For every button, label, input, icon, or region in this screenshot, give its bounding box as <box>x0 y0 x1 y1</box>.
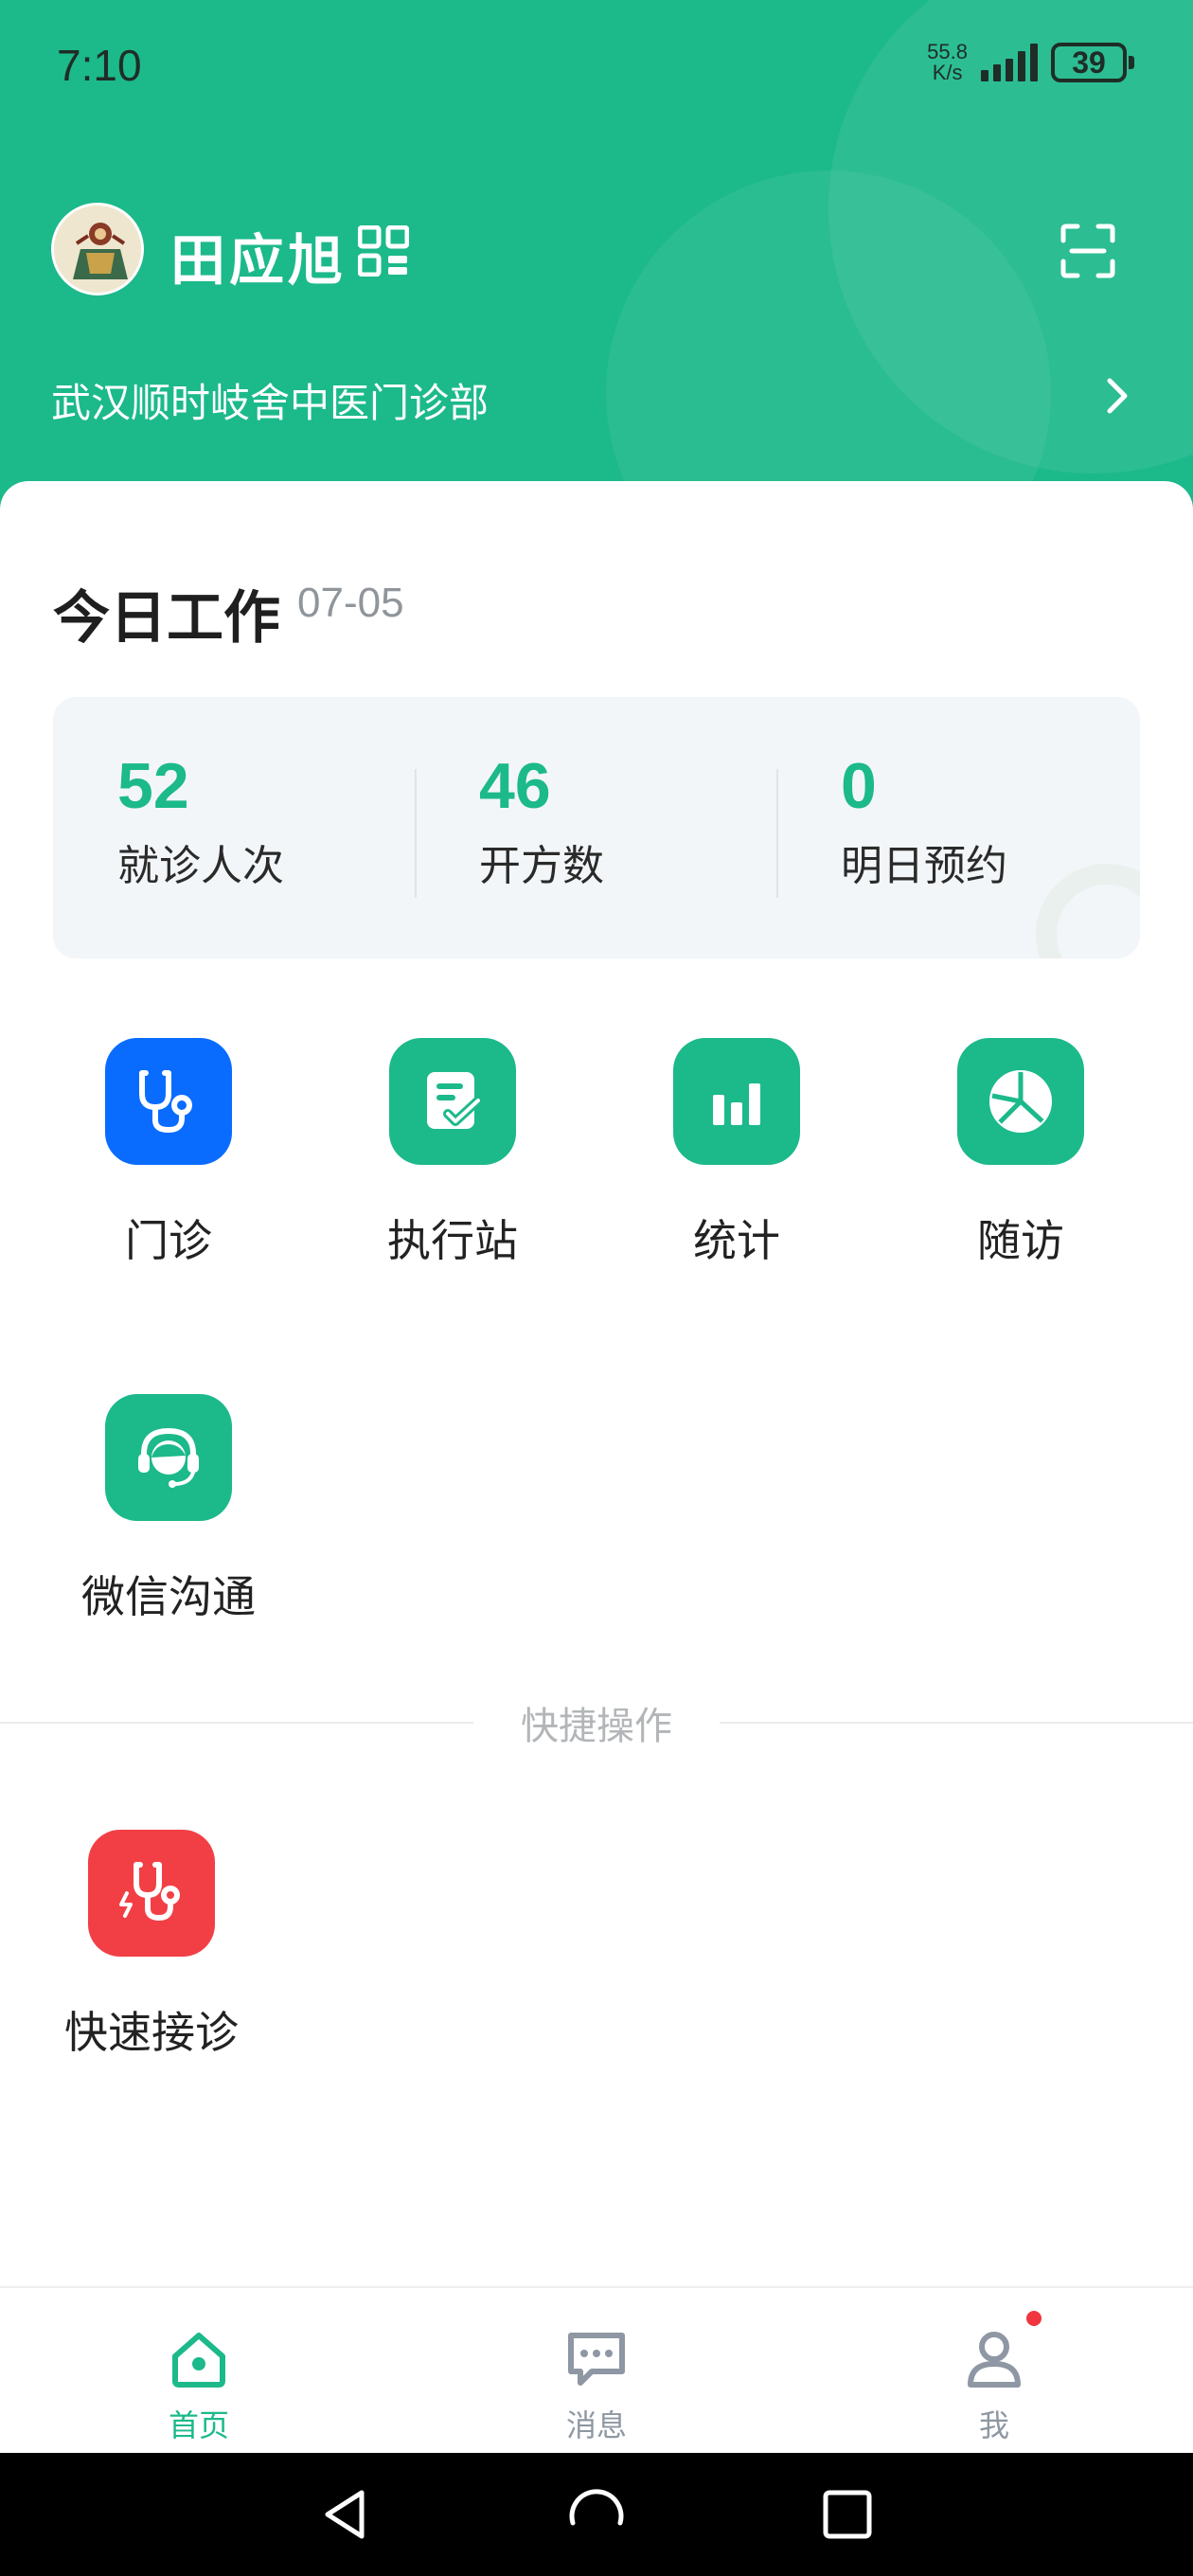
stat-prescriptions[interactable]: 46 开方数 <box>479 750 604 892</box>
quick-action-label: 快速接诊 <box>64 2007 239 2058</box>
signal-icon <box>981 44 1038 81</box>
tab-messages[interactable]: 消息 <box>502 2328 691 2445</box>
headset-icon <box>105 1394 232 1521</box>
recent-apps-icon[interactable] <box>816 2483 879 2546</box>
feature-wechat-chat[interactable]: 微信沟通 <box>27 1394 311 1625</box>
stat-value: 52 <box>117 750 189 822</box>
notification-badge <box>1026 2311 1042 2326</box>
feature-label: 门诊 <box>125 1215 212 1266</box>
scan-icon[interactable] <box>1060 224 1115 278</box>
clinic-name[interactable]: 武汉顺时岐舍中医门诊部 <box>51 371 489 429</box>
stethoscope-icon <box>105 1038 232 1165</box>
battery-icon: 39 <box>1051 43 1134 82</box>
tab-home[interactable]: 首页 <box>104 2328 294 2445</box>
stat-visits[interactable]: 52 就诊人次 <box>117 750 284 892</box>
stat-label: 就诊人次 <box>117 842 284 890</box>
qr-code-icon[interactable] <box>357 224 410 277</box>
network-speed-unit: K/s <box>932 61 963 84</box>
feature-label: 随访 <box>977 1215 1064 1266</box>
status-time: 7:10 <box>57 41 142 90</box>
feature-label: 微信沟通 <box>81 1571 256 1622</box>
bar-chart-icon <box>673 1038 800 1165</box>
tab-label: 首页 <box>168 2407 229 2443</box>
stat-divider <box>776 769 778 898</box>
bottom-tab-bar: 首页 消息 我 <box>0 2286 1193 2453</box>
stat-label: 开方数 <box>479 842 604 890</box>
battery-level: 39 <box>1051 43 1127 82</box>
stats-panel: 52 就诊人次 46 开方数 0 明日预约 <box>53 697 1140 958</box>
today-date: 07-05 <box>297 580 404 626</box>
feature-outpatient[interactable]: 门诊 <box>27 1038 311 1269</box>
quick-stethoscope-icon <box>88 1830 215 1957</box>
user-name: 田应旭 <box>170 228 347 293</box>
feature-follow-up[interactable]: 随访 <box>879 1038 1163 1269</box>
feature-label: 执行站 <box>387 1215 518 1266</box>
network-speed: 55.8 K/s <box>927 42 968 83</box>
message-icon <box>568 2333 625 2386</box>
stat-tomorrow-appointments[interactable]: 0 明日预约 <box>841 750 1007 892</box>
home-nav-icon[interactable] <box>565 2483 628 2546</box>
today-work-title: 今日工作 <box>53 585 280 652</box>
home-icon <box>172 2333 225 2388</box>
header-banner: 7:10 55.8 K/s 39 田应旭 武汉顺时岐舍中医门诊部 <box>0 0 1193 530</box>
chevron-right-icon[interactable] <box>1102 377 1131 415</box>
stat-label: 明日预约 <box>841 842 1007 890</box>
stat-value: 0 <box>841 750 877 822</box>
tab-me[interactable]: 我 <box>899 2328 1089 2445</box>
back-icon[interactable] <box>314 2483 377 2546</box>
pie-clock-icon <box>957 1038 1084 1165</box>
quick-actions-title: 快捷操作 <box>521 1705 672 1748</box>
system-navigation-bar <box>0 2453 1193 2576</box>
feature-execution-station[interactable]: 执行站 <box>311 1038 595 1269</box>
tab-label: 我 <box>978 2407 1009 2443</box>
avatar[interactable] <box>51 203 144 295</box>
status-indicators: 55.8 K/s 39 <box>927 42 1134 83</box>
stat-value: 46 <box>479 750 551 822</box>
network-speed-value: 55.8 <box>927 40 968 63</box>
stat-divider <box>415 769 417 898</box>
feature-statistics[interactable]: 统计 <box>595 1038 879 1269</box>
quick-action-fast-consultation[interactable]: 快速接诊 <box>9 1830 294 2061</box>
tab-label: 消息 <box>565 2407 627 2443</box>
person-icon <box>968 2332 1021 2388</box>
main-card: 今日工作 07-05 52 就诊人次 46 开方数 0 明日预约 门诊 执行站 … <box>0 481 1193 2290</box>
decor-ring <box>1036 864 1140 958</box>
feature-label: 统计 <box>693 1215 780 1266</box>
checklist-icon <box>389 1038 516 1165</box>
